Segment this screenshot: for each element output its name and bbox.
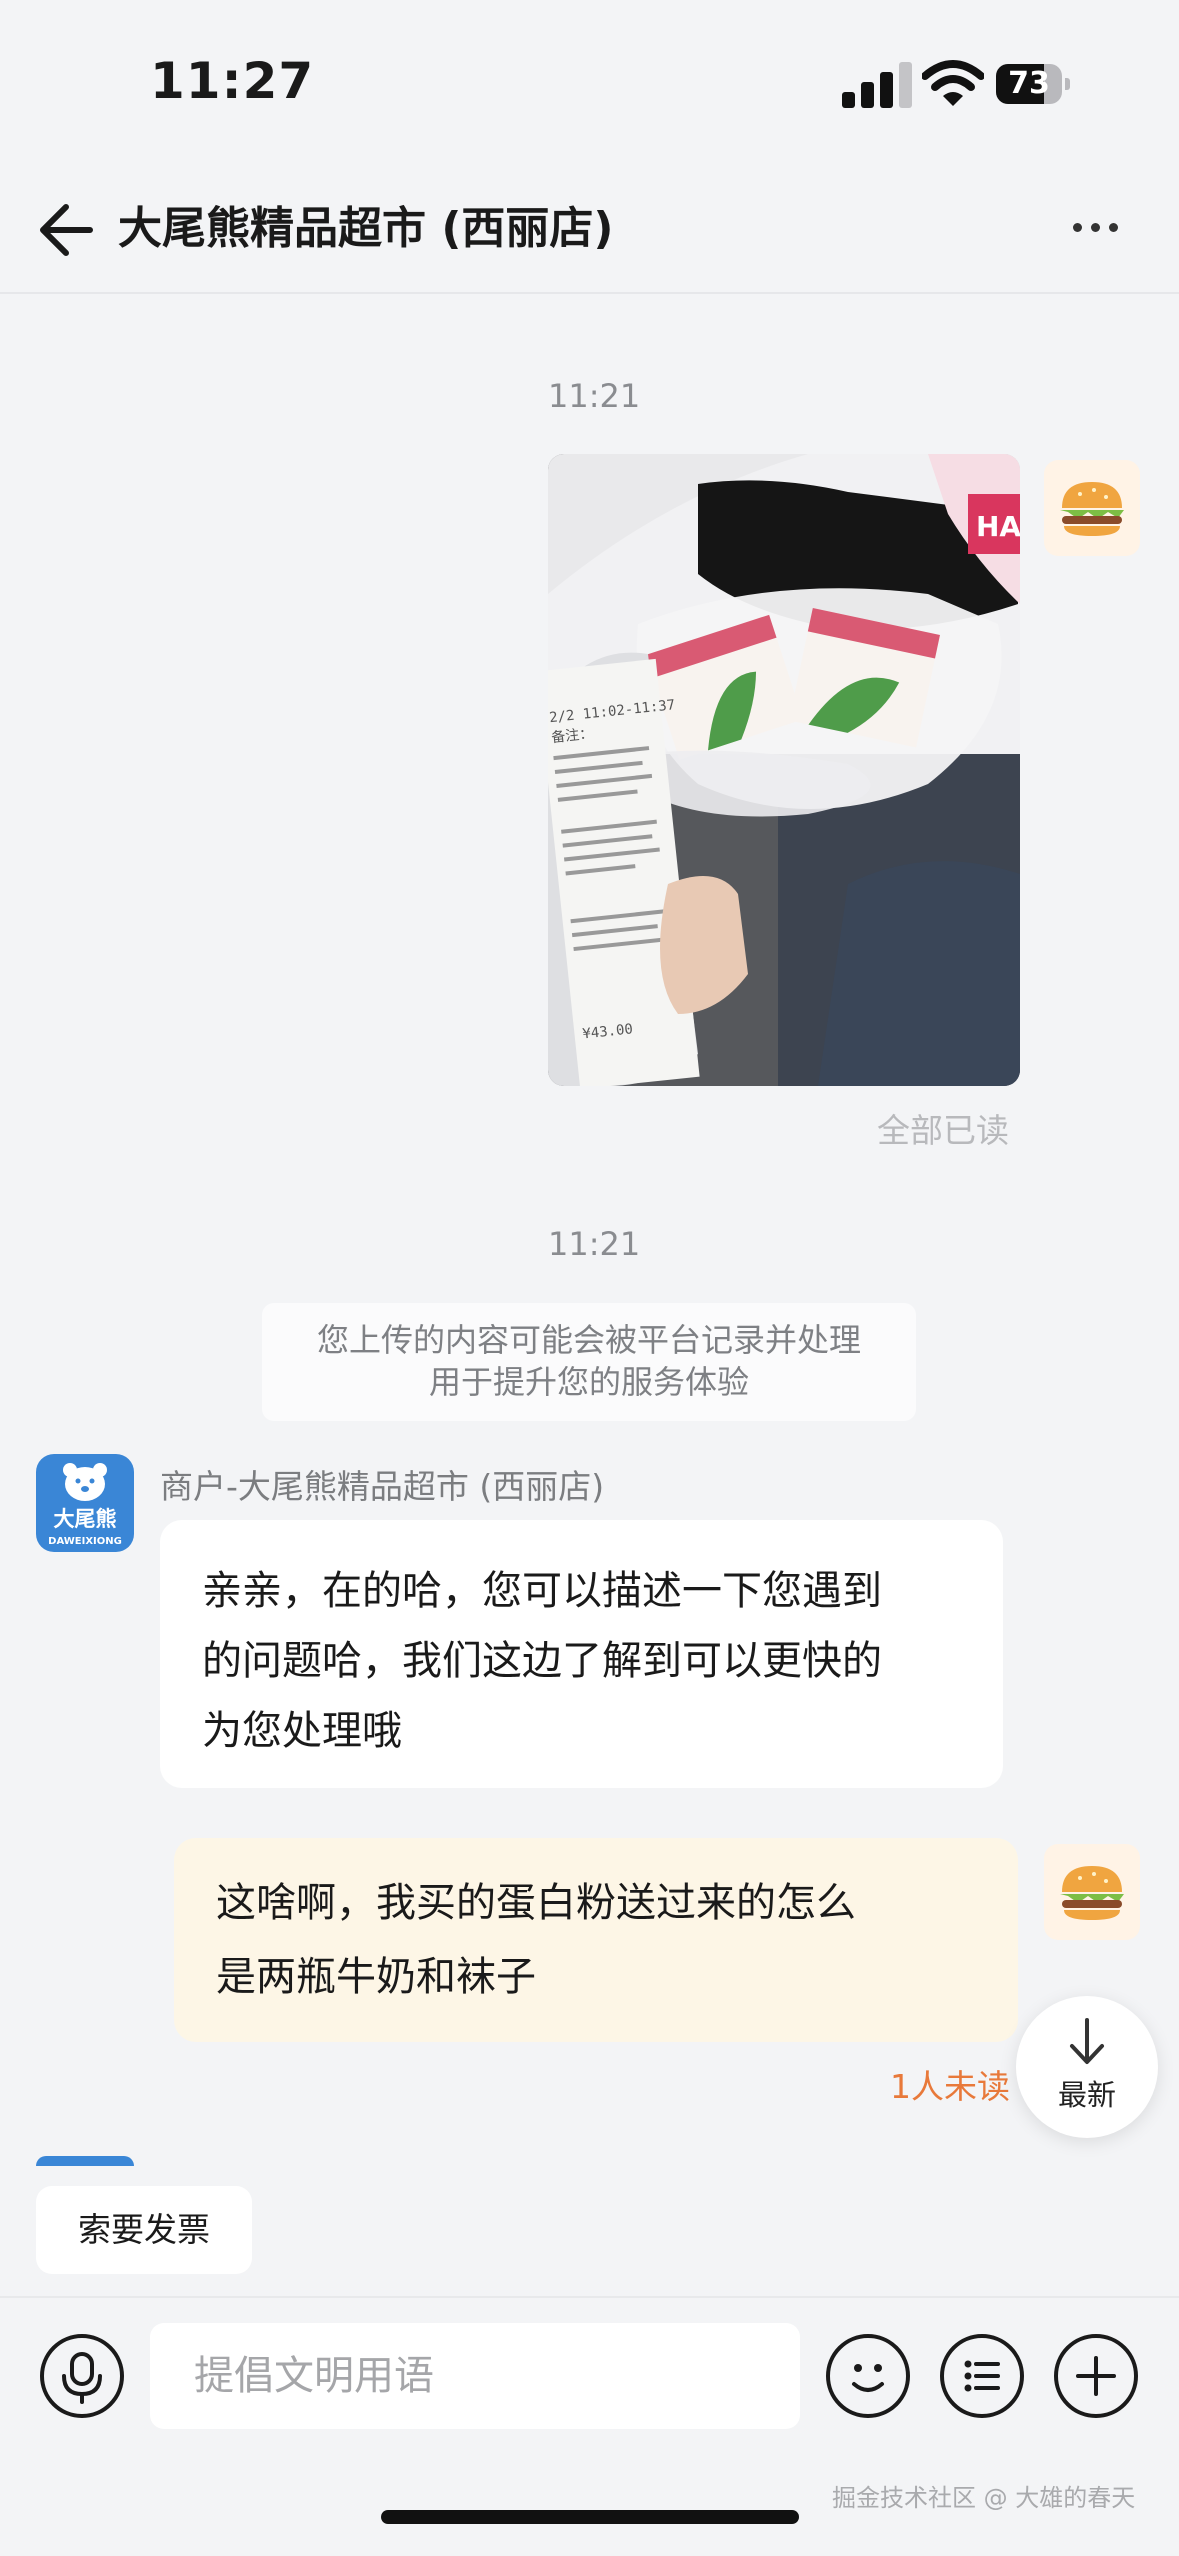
- merchant-avatar-partial: [36, 2156, 134, 2166]
- message-line: 的问题哈，我们这边了解到可以更快的: [202, 1638, 882, 1684]
- sent-photo[interactable]: HAS 2/2 11:02-11:37 备注： ¥43.00: [548, 454, 1020, 1086]
- merchant-avatar[interactable]: 大尾熊 DAWEIXIONG: [36, 1454, 134, 1552]
- message-input[interactable]: [150, 2323, 800, 2429]
- read-status: 全部已读: [877, 1111, 1009, 1150]
- smiley-icon: [852, 2364, 884, 2392]
- menu-list-button[interactable]: [940, 2334, 1024, 2418]
- newest-label: 最新: [1057, 2078, 1116, 2112]
- user-message-bubble[interactable]: 这啥啊，我买的蛋白粉送过来的怎么 是两瓶牛奶和袜子: [174, 1838, 1018, 2042]
- message-line: 为您处理哦: [202, 1708, 402, 1754]
- message-line: 是两瓶牛奶和袜子: [216, 1954, 536, 2000]
- emoji-button[interactable]: [826, 2334, 910, 2418]
- back-arrow-icon[interactable]: [30, 195, 105, 265]
- message-timestamp: 11:21: [548, 1225, 641, 1263]
- wifi-icon: [922, 60, 984, 106]
- user-avatar[interactable]: [1044, 1844, 1140, 1940]
- plus-icon: [1076, 2356, 1116, 2396]
- photo-box-text: HAS: [976, 510, 1020, 543]
- scroll-to-newest-button[interactable]: 最新: [1016, 1996, 1158, 2138]
- watermark: 掘金技术社区 @ 大雄的春天: [832, 2484, 1136, 2512]
- user-avatar[interactable]: [1044, 460, 1140, 556]
- merchant-message-bubble[interactable]: 亲亲，在的哈，您可以描述一下您遇到 的问题哈，我们这边了解到可以更快的 为您处理…: [160, 1520, 1003, 1788]
- more-dot: [1072, 223, 1082, 232]
- more-dot: [1108, 223, 1118, 232]
- arrow-down-icon: [1070, 2018, 1104, 2064]
- status-time: 11:27: [150, 52, 315, 110]
- system-notice: 您上传的内容可能会被平台记录并处理 用于提升您的服务体验: [262, 1303, 916, 1421]
- burger-icon: [1060, 482, 1124, 536]
- merchant-logo-text: 大尾熊: [54, 1507, 117, 1531]
- list-icon: [964, 2360, 1000, 2392]
- bear-logo-icon: 大尾熊 DAWEIXIONG: [48, 1463, 122, 1547]
- header-divider: [0, 292, 1179, 294]
- home-indicator[interactable]: [381, 2510, 799, 2524]
- voice-button[interactable]: [40, 2334, 124, 2418]
- merchant-name: 商户-大尾熊精品超市 (西丽店): [160, 1467, 605, 1506]
- add-more-button[interactable]: [1054, 2334, 1138, 2418]
- message-line: 这啥啊，我买的蛋白粉送过来的怎么: [216, 1880, 856, 1926]
- unread-status: 1人未读: [890, 2067, 1010, 2106]
- message-line: 亲亲，在的哈，您可以描述一下您遇到: [202, 1568, 882, 1614]
- microphone-icon: [62, 2352, 102, 2404]
- message-timestamp: 11:21: [548, 377, 641, 415]
- burger-icon: [1060, 1866, 1124, 1920]
- page-title: 大尾熊精品超市 (西丽店): [118, 203, 614, 254]
- battery-percent: 73: [1008, 66, 1050, 101]
- system-notice-line: 用于提升您的服务体验: [428, 1363, 749, 1401]
- battery-icon: 73: [996, 64, 1070, 104]
- more-options-button[interactable]: [1060, 195, 1130, 260]
- request-invoice-button[interactable]: 索要发票: [36, 2186, 252, 2274]
- more-dot: [1090, 223, 1100, 232]
- system-notice-line: 您上传的内容可能会被平台记录并处理: [316, 1321, 861, 1359]
- merchant-logo-subtext: DAWEIXIONG: [48, 1536, 122, 1547]
- cellular-signal-icon: [842, 62, 912, 108]
